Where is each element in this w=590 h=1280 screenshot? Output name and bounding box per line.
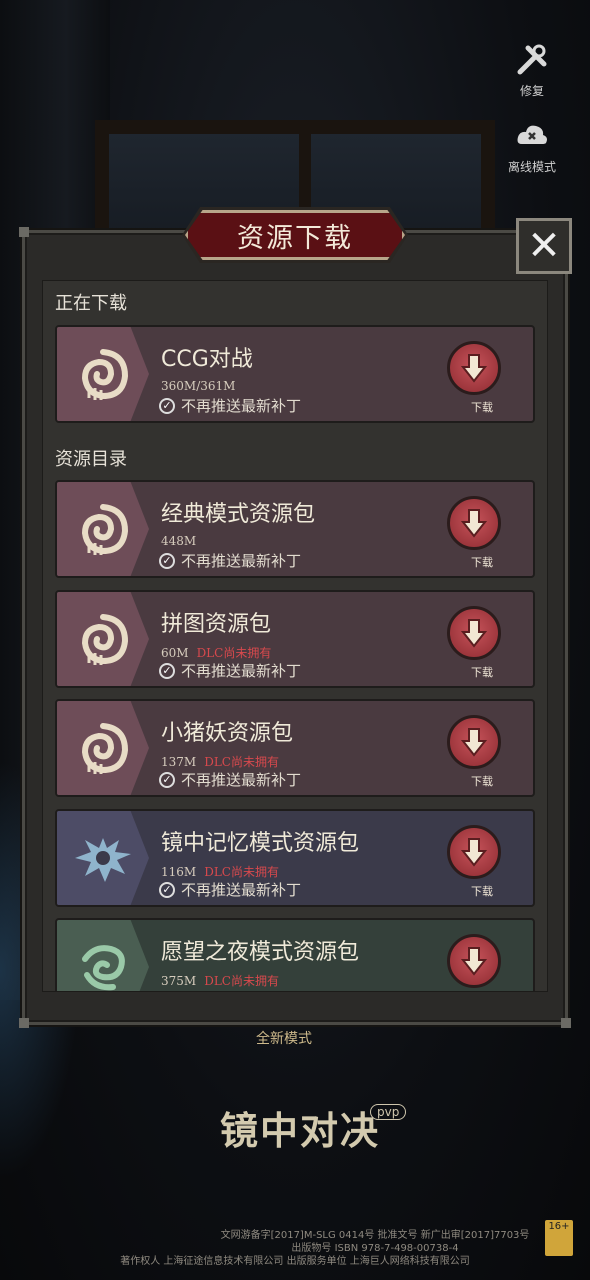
no-push-label: 不再推送最新补丁 bbox=[181, 552, 302, 570]
resource-size-value: 375M bbox=[161, 974, 197, 988]
checkmark-icon[interactable]: ✓ bbox=[159, 662, 175, 679]
checkmark-icon[interactable]: ✓ bbox=[159, 990, 175, 991]
mode-caption: 全新模式 bbox=[256, 1031, 312, 1047]
footer-isbn: 出版物号 ISBN 978-7-498-00738-4 bbox=[291, 1243, 459, 1254]
resource-name: 经典模式资源包 bbox=[161, 502, 316, 527]
cloud-icon bbox=[517, 125, 547, 144]
age-rating-badge: 16+ bbox=[545, 1220, 573, 1256]
no-push-label: 不再推送最新补丁 bbox=[181, 662, 302, 680]
dlc-status: DLC尚未拥有 bbox=[196, 646, 272, 660]
resource-card[interactable]: 愿望之夜模式资源包 375M DLC尚未拥有 ✓ 不再推送最新补丁 bbox=[55, 918, 535, 991]
resource-size: 116M DLC尚未拥有 bbox=[161, 863, 279, 880]
resource-card[interactable]: 小猪妖资源包 137M DLC尚未拥有 ✓ 不再推送最新补丁 下载 bbox=[55, 699, 535, 797]
dialog-corner bbox=[19, 227, 29, 237]
no-push-toggle[interactable]: ✓ 不再推送最新补丁 bbox=[159, 660, 301, 681]
repair-button[interactable]: 修复 bbox=[492, 42, 572, 99]
resource-name: 镜中记忆模式资源包 bbox=[161, 831, 360, 856]
resource-size-value: 360M/361M bbox=[161, 379, 236, 393]
offline-mode-button[interactable]: 离线模式 bbox=[492, 118, 572, 175]
checkmark-icon[interactable]: ✓ bbox=[159, 771, 175, 788]
dialog-corner bbox=[19, 1018, 29, 1028]
no-push-toggle[interactable]: ✓ 不再推送最新补丁 bbox=[159, 550, 301, 571]
download-label: 下载 bbox=[471, 666, 493, 679]
resource-size: 375M DLC尚未拥有 bbox=[161, 972, 279, 989]
resource-size-value: 137M bbox=[161, 755, 197, 769]
resource-emblem-icon bbox=[57, 701, 149, 795]
dlc-status: DLC尚未拥有 bbox=[204, 755, 279, 769]
no-push-label: 不再推送最新补丁 bbox=[181, 988, 301, 991]
resource-size: 60M DLC尚未拥有 bbox=[161, 644, 271, 661]
dialog-title: 资源下载 bbox=[185, 210, 405, 260]
download-arrow-icon bbox=[461, 619, 487, 648]
close-icon: ✕ bbox=[527, 223, 561, 269]
download-arrow-icon bbox=[461, 728, 487, 757]
footer-copyright: 著作权人 上海征途信息技术有限公司 出版服务单位 上海巨人网络科技有限公司 bbox=[120, 1256, 470, 1267]
resource-size: 137M DLC尚未拥有 bbox=[161, 753, 279, 770]
download-button[interactable] bbox=[447, 934, 501, 988]
resource-card[interactable]: 镜中记忆模式资源包 116M DLC尚未拥有 ✓ 不再推送最新补丁 下载 bbox=[55, 809, 535, 907]
downloading-section-label: 正在下载 bbox=[55, 293, 127, 314]
no-push-label: 不再推送最新补丁 bbox=[181, 771, 302, 789]
checkmark-icon[interactable]: ✓ bbox=[159, 881, 175, 898]
resource-size-value: 116M bbox=[161, 865, 197, 879]
resource-name: CCG对战 bbox=[161, 347, 253, 372]
download-button[interactable] bbox=[447, 825, 501, 879]
resource-size: 360M/361M bbox=[161, 379, 243, 393]
download-button[interactable] bbox=[447, 715, 501, 769]
resource-card[interactable]: 拼图资源包 60M DLC尚未拥有 ✓ 不再推送最新补丁 下载 bbox=[55, 590, 535, 688]
download-label: 下载 bbox=[471, 401, 493, 414]
pvp-badge: pvp bbox=[370, 1104, 407, 1120]
offline-mode-label: 离线模式 bbox=[507, 160, 556, 174]
resource-name: 拼图资源包 bbox=[161, 612, 272, 637]
resource-emblem-icon bbox=[57, 327, 149, 421]
resource-name: 小猪妖资源包 bbox=[161, 721, 294, 746]
download-label: 下载 bbox=[471, 556, 493, 569]
resource-card[interactable]: CCG对战 360M/361M ✓ 不再推送最新补丁 下载 bbox=[55, 325, 535, 423]
resource-size-value: 448M bbox=[161, 534, 197, 548]
resource-card[interactable]: 经典模式资源包 448M ✓ 不再推送最新补丁 下载 bbox=[55, 480, 535, 578]
resource-name: 愿望之夜模式资源包 bbox=[161, 940, 360, 965]
no-push-toggle[interactable]: ✓ 不再推送最新补丁 bbox=[159, 879, 301, 900]
wrench-icon bbox=[517, 44, 547, 75]
no-push-toggle[interactable]: ✓ 不再推送最新补丁 bbox=[159, 988, 301, 991]
resource-emblem-icon bbox=[57, 920, 149, 991]
resource-size-value: 60M bbox=[161, 646, 189, 660]
download-arrow-icon bbox=[461, 509, 487, 538]
checkmark-icon[interactable]: ✓ bbox=[159, 552, 175, 569]
age-rating-text: 16+ bbox=[548, 1221, 570, 1232]
download-label: 下载 bbox=[471, 885, 493, 898]
download-button[interactable] bbox=[447, 496, 501, 550]
footer-license: 文网游备字[2017]M-SLG 0414号 批准文号 新广出审[2017]77… bbox=[220, 1230, 530, 1241]
no-push-label: 不再推送最新补丁 bbox=[181, 397, 302, 415]
no-push-toggle[interactable]: ✓ 不再推送最新补丁 bbox=[159, 769, 301, 790]
no-push-toggle[interactable]: ✓ 不再推送最新补丁 bbox=[159, 395, 301, 416]
download-arrow-icon bbox=[461, 947, 487, 976]
repair-label: 修复 bbox=[519, 84, 544, 98]
download-button[interactable] bbox=[447, 341, 501, 395]
dlc-status: DLC尚未拥有 bbox=[204, 974, 279, 988]
download-arrow-icon bbox=[461, 838, 487, 867]
dlc-status: DLC尚未拥有 bbox=[204, 865, 279, 879]
checkmark-icon[interactable]: ✓ bbox=[159, 397, 175, 414]
no-push-label: 不再推送最新补丁 bbox=[181, 881, 302, 899]
close-button[interactable]: ✕ bbox=[516, 218, 572, 274]
download-arrow-icon bbox=[461, 354, 487, 383]
download-label: 下载 bbox=[471, 775, 493, 788]
download-button[interactable] bbox=[447, 606, 501, 660]
dialog-corner bbox=[561, 1018, 571, 1028]
resource-emblem-icon bbox=[57, 811, 149, 905]
game-logo: 镜中对决 bbox=[220, 1108, 381, 1153]
resource-emblem-icon bbox=[57, 592, 149, 686]
resource-emblem-icon bbox=[57, 482, 149, 576]
resource-size: 448M bbox=[161, 534, 204, 548]
catalog-section-label: 资源目录 bbox=[55, 449, 127, 470]
resource-list-panel[interactable]: 正在下载 资源目录 CCG对战 360M/361M ✓ 不再推送最新补丁 下载 经典模式资… bbox=[42, 280, 548, 992]
